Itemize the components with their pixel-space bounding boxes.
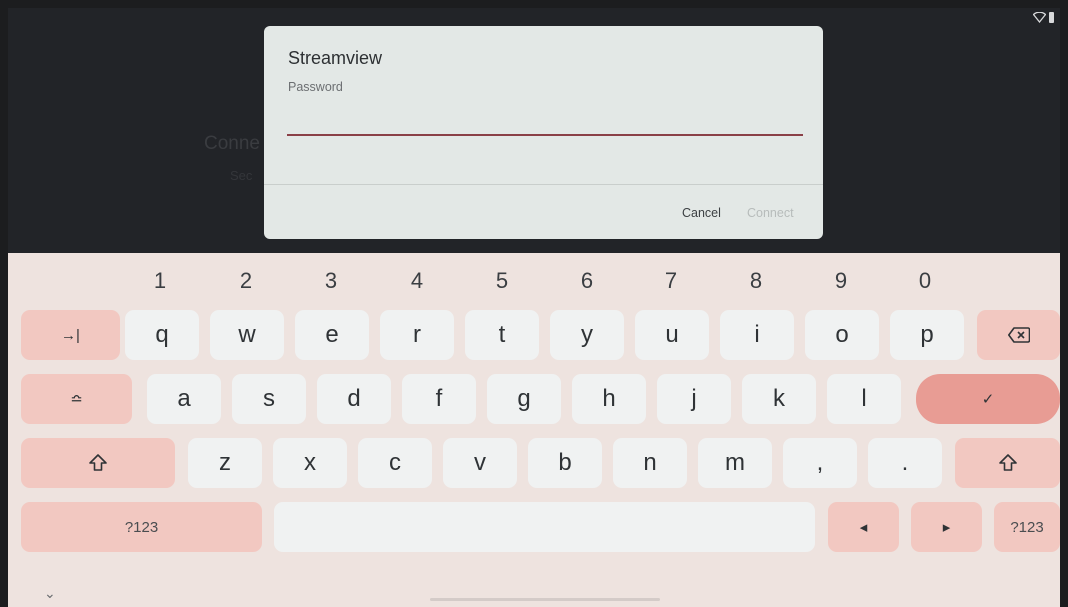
key-s[interactable]: s (232, 374, 306, 424)
key-e[interactable]: e (295, 310, 369, 360)
password-label: Password (288, 80, 343, 94)
number-hint-5: 5 (495, 268, 509, 293)
number-hint-6: 6 (580, 268, 594, 293)
background-title: Conne (204, 133, 260, 154)
caps-lock-icon: ≏ (70, 391, 83, 408)
key-z[interactable]: z (188, 438, 262, 488)
checkmark-icon: ✓ (981, 391, 995, 408)
key-j[interactable]: j (657, 374, 731, 424)
key-c[interactable]: c (358, 438, 432, 488)
key-comma[interactable]: , (783, 438, 857, 488)
background-subtitle: Sec (230, 168, 253, 183)
tab-icon: →| (61, 326, 80, 344)
key-i[interactable]: i (720, 310, 794, 360)
cancel-button[interactable]: Cancel (682, 206, 721, 220)
wifi-password-dialog: Streamview Password Cancel Connect (264, 26, 823, 239)
arrow-left-icon: ◂ (859, 519, 868, 536)
key-o[interactable]: o (805, 310, 879, 360)
on-screen-keyboard: 1 2 3 4 5 6 7 8 9 0 →| q w e r t y u i o… (8, 253, 1060, 607)
wifi-icon (1033, 12, 1046, 23)
key-n[interactable]: n (613, 438, 687, 488)
key-y[interactable]: y (550, 310, 624, 360)
number-hint-9: 9 (834, 268, 848, 293)
space-bar[interactable] (274, 502, 815, 552)
key-g[interactable]: g (487, 374, 561, 424)
backspace-icon (1007, 327, 1030, 343)
symbols-key-right[interactable]: ?123 (994, 502, 1060, 552)
key-w[interactable]: w (210, 310, 284, 360)
shift-icon (88, 453, 108, 473)
key-p[interactable]: p (890, 310, 964, 360)
number-hint-3: 3 (324, 268, 338, 293)
backspace-key[interactable] (977, 310, 1060, 360)
number-hint-8: 8 (749, 268, 763, 293)
symbols-key-left[interactable]: ?123 (21, 502, 262, 552)
number-hint-0: 0 (918, 268, 932, 293)
tab-key[interactable]: →| (21, 310, 120, 360)
collapse-keyboard-icon[interactable]: ⌄ (44, 585, 56, 602)
key-h[interactable]: h (572, 374, 646, 424)
dialog-title: Streamview (288, 48, 383, 68)
caps-lock-key[interactable]: ≏ (21, 374, 132, 424)
number-hint-7: 7 (664, 268, 678, 293)
key-t[interactable]: t (465, 310, 539, 360)
key-d[interactable]: d (317, 374, 391, 424)
key-m[interactable]: m (698, 438, 772, 488)
shift-key-left[interactable] (21, 438, 175, 488)
battery-icon (1049, 12, 1054, 23)
password-input[interactable] (287, 100, 803, 136)
key-a[interactable]: a (147, 374, 221, 424)
key-v[interactable]: v (443, 438, 517, 488)
key-u[interactable]: u (635, 310, 709, 360)
key-period[interactable]: . (868, 438, 942, 488)
key-r[interactable]: r (380, 310, 454, 360)
key-f[interactable]: f (402, 374, 476, 424)
cursor-left-key[interactable]: ◂ (828, 502, 899, 552)
key-k[interactable]: k (742, 374, 816, 424)
key-q[interactable]: q (125, 310, 199, 360)
number-hint-2: 2 (239, 268, 253, 293)
enter-key[interactable]: ✓ (916, 374, 1060, 424)
dialog-divider (264, 184, 823, 185)
number-hint-1: 1 (153, 268, 167, 293)
gesture-bar (430, 598, 660, 601)
arrow-right-icon: ▸ (942, 519, 951, 536)
key-l[interactable]: l (827, 374, 901, 424)
status-bar (1033, 12, 1054, 23)
connect-button[interactable]: Connect (747, 206, 794, 220)
shift-key-right[interactable] (955, 438, 1060, 488)
cursor-right-key[interactable]: ▸ (911, 502, 982, 552)
key-x[interactable]: x (273, 438, 347, 488)
key-b[interactable]: b (528, 438, 602, 488)
shift-icon (998, 453, 1018, 473)
number-hint-4: 4 (410, 268, 424, 293)
